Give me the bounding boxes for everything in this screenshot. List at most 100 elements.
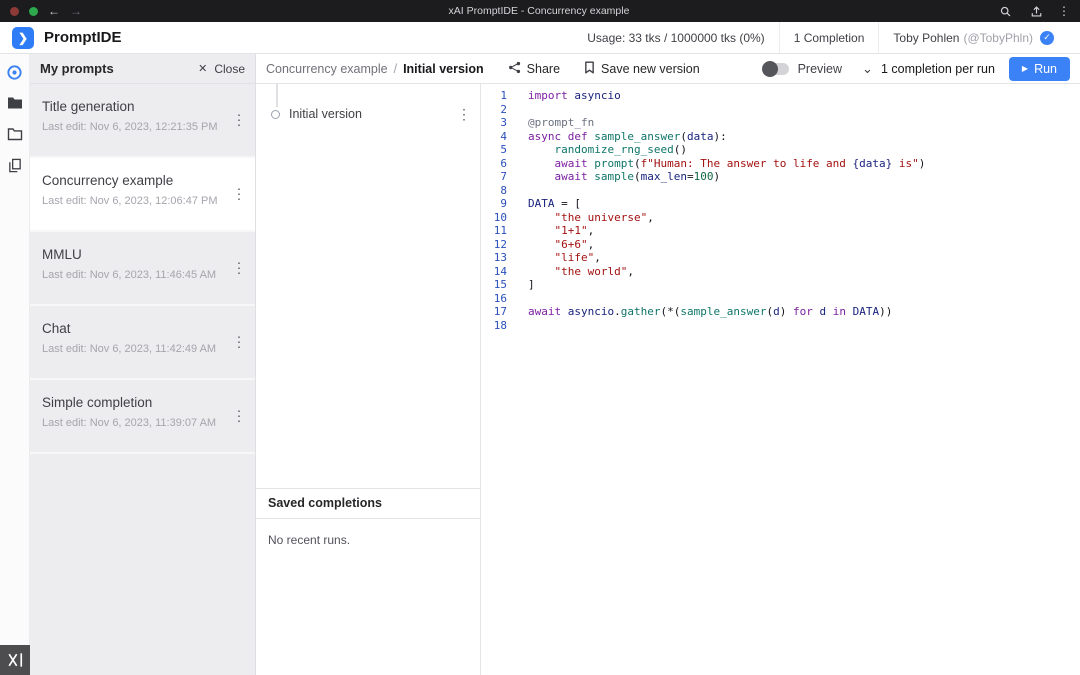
run-button[interactable]: ▶ Run bbox=[1009, 57, 1070, 81]
code-line[interactable]: ] bbox=[528, 278, 925, 292]
prompt-options-icon[interactable]: ⋮ bbox=[232, 260, 246, 277]
line-number: 12 bbox=[481, 238, 507, 252]
prompt-list-item[interactable]: Title generation Last edit: Nov 6, 2023, … bbox=[30, 84, 255, 158]
close-label: Close bbox=[214, 62, 245, 76]
code-line[interactable]: await prompt(f"Human: The answer to life… bbox=[528, 157, 925, 171]
line-number: 11 bbox=[481, 224, 507, 238]
code-line[interactable] bbox=[528, 103, 925, 117]
prompt-last-edit: Last edit: Nov 6, 2023, 11:46:45 AM bbox=[42, 269, 229, 281]
editor-code[interactable]: import asyncio @prompt_fnasync def sample… bbox=[511, 89, 925, 675]
preview-label: Preview bbox=[798, 62, 842, 76]
prompt-options-icon[interactable]: ⋮ bbox=[232, 408, 246, 425]
prompt-title: Title generation bbox=[42, 99, 229, 114]
version-timeline: Initial version ⋮ bbox=[256, 84, 480, 488]
prompt-options-icon[interactable]: ⋮ bbox=[232, 334, 246, 351]
play-icon: ▶ bbox=[1022, 65, 1028, 73]
code-editor[interactable]: 123456789101112131415161718 import async… bbox=[481, 84, 1080, 675]
version-options-icon[interactable]: ⋮ bbox=[457, 106, 471, 123]
close-sidebar-button[interactable]: ✕ Close bbox=[198, 62, 245, 76]
browser-back-icon[interactable]: ← bbox=[48, 5, 60, 17]
line-number: 10 bbox=[481, 211, 507, 225]
code-line[interactable]: import asyncio bbox=[528, 89, 925, 103]
window-zoom-button[interactable] bbox=[29, 7, 38, 16]
save-new-version-label: Save new version bbox=[601, 62, 700, 76]
app-header: ❯ PromptIDE Usage: 33 tks / 1000000 tks … bbox=[0, 22, 1080, 54]
xai-logo[interactable] bbox=[0, 645, 30, 675]
version-marker-icon bbox=[271, 110, 280, 119]
icon-rail bbox=[0, 54, 30, 675]
prompt-list-item[interactable]: MMLU Last edit: Nov 6, 2023, 11:46:45 AM⋮ bbox=[30, 232, 255, 306]
version-item[interactable]: Initial version ⋮ bbox=[256, 100, 480, 128]
window-close-button[interactable] bbox=[10, 7, 19, 16]
sidebar-header: My prompts ✕ Close bbox=[30, 54, 255, 84]
code-line[interactable]: DATA = [ bbox=[528, 197, 925, 211]
prompt-list: Title generation Last edit: Nov 6, 2023, … bbox=[30, 84, 255, 675]
upload-icon[interactable] bbox=[1027, 2, 1045, 20]
prompt-list-item[interactable]: ChatLast edit: Nov 6, 2023, 11:42:49 AM⋮ bbox=[30, 306, 255, 380]
prompt-options-icon[interactable]: ⋮ bbox=[232, 186, 246, 203]
code-line[interactable]: "the world", bbox=[528, 265, 925, 279]
content-area: Concurrency example / Initial version Sh… bbox=[256, 54, 1080, 675]
editor-gutter: 123456789101112131415161718 bbox=[481, 89, 511, 675]
prompt-title: Simple completion bbox=[42, 395, 229, 410]
code-line[interactable] bbox=[528, 184, 925, 198]
line-number: 1 bbox=[481, 89, 507, 103]
user-account[interactable]: Toby Pohlen (@TobyPhln) ✓ bbox=[878, 22, 1068, 53]
folder-icon[interactable] bbox=[6, 94, 24, 112]
save-new-version-button[interactable]: Save new version bbox=[584, 61, 700, 77]
breadcrumb-prompt-name[interactable]: Concurrency example bbox=[266, 62, 388, 76]
saved-completions-header: Saved completions bbox=[256, 488, 480, 519]
preview-toggle[interactable] bbox=[763, 63, 789, 75]
prompt-list-item[interactable]: Simple completionLast edit: Nov 6, 2023,… bbox=[30, 380, 255, 454]
toggle-knob bbox=[762, 61, 778, 77]
code-line[interactable]: "6+6", bbox=[528, 238, 925, 252]
code-line[interactable]: "1+1", bbox=[528, 224, 925, 238]
line-number: 14 bbox=[481, 265, 507, 279]
no-recent-runs-message: No recent runs. bbox=[256, 519, 480, 561]
share-button[interactable]: Share bbox=[508, 61, 560, 77]
run-label: Run bbox=[1034, 62, 1057, 76]
browser-menu-icon[interactable]: ⋮ bbox=[1058, 4, 1070, 18]
prompt-title: MMLU bbox=[42, 247, 229, 262]
completions-count[interactable]: 1 Completion bbox=[779, 22, 879, 53]
main-layout: My prompts ✕ Close Title generation Last … bbox=[0, 54, 1080, 675]
prompt-list-item[interactable]: Concurrency example Last edit: Nov 6, 202… bbox=[30, 158, 255, 232]
verified-badge-icon: ✓ bbox=[1040, 31, 1054, 45]
browser-forward-icon[interactable]: → bbox=[70, 5, 82, 17]
code-line[interactable]: async def sample_answer(data): bbox=[528, 130, 925, 144]
breadcrumb-separator: / bbox=[394, 62, 397, 76]
app-title: PromptIDE bbox=[44, 29, 122, 46]
code-line[interactable] bbox=[528, 292, 925, 306]
browser-tab-title: xAI PromptIDE - Concurrency example bbox=[82, 5, 996, 17]
prompt-last-edit: Last edit: Nov 6, 2023, 11:42:49 AM bbox=[42, 343, 229, 355]
prompt-options-icon[interactable]: ⋮ bbox=[232, 112, 246, 129]
code-line[interactable]: randomize_rng_seed() bbox=[528, 143, 925, 157]
code-line[interactable] bbox=[528, 319, 925, 333]
breadcrumb: Concurrency example / Initial version bbox=[266, 62, 484, 76]
line-number: 17 bbox=[481, 305, 507, 319]
prompt-last-edit: Last edit: Nov 6, 2023, 12:06:47 PM bbox=[42, 195, 229, 207]
promptide-logo-icon[interactable]: ❯ bbox=[12, 27, 34, 49]
usage-stats: Usage: 33 tks / 1000000 tks (0%) bbox=[573, 22, 778, 53]
line-number: 5 bbox=[481, 143, 507, 157]
code-line[interactable]: "the universe", bbox=[528, 211, 925, 225]
code-line[interactable]: await asyncio.gather(*(sample_answer(d) … bbox=[528, 305, 925, 319]
user-name: Toby Pohlen bbox=[893, 31, 959, 45]
prompt-title: Concurrency example bbox=[42, 173, 229, 188]
line-number: 9 bbox=[481, 197, 507, 211]
code-line[interactable]: @prompt_fn bbox=[528, 116, 925, 130]
search-icon[interactable] bbox=[996, 2, 1014, 20]
prompt-last-edit: Last edit: Nov 6, 2023, 12:21:35 PM bbox=[42, 121, 229, 133]
chevron-down-icon[interactable]: ⌄ bbox=[862, 62, 873, 75]
breadcrumb-version-name: Initial version bbox=[403, 62, 484, 76]
prompts-target-icon[interactable] bbox=[6, 63, 24, 81]
line-number: 6 bbox=[481, 157, 507, 171]
version-label: Initial version bbox=[289, 107, 362, 121]
completions-per-run-select[interactable]: 1 completion per run bbox=[881, 62, 995, 76]
sidebar-title: My prompts bbox=[40, 61, 114, 76]
folder-outline-icon[interactable] bbox=[6, 125, 24, 143]
code-line[interactable]: await sample(max_len=100) bbox=[528, 170, 925, 184]
clipboard-icon[interactable] bbox=[6, 156, 24, 174]
content-toolbar: Concurrency example / Initial version Sh… bbox=[256, 54, 1080, 84]
code-line[interactable]: "life", bbox=[528, 251, 925, 265]
